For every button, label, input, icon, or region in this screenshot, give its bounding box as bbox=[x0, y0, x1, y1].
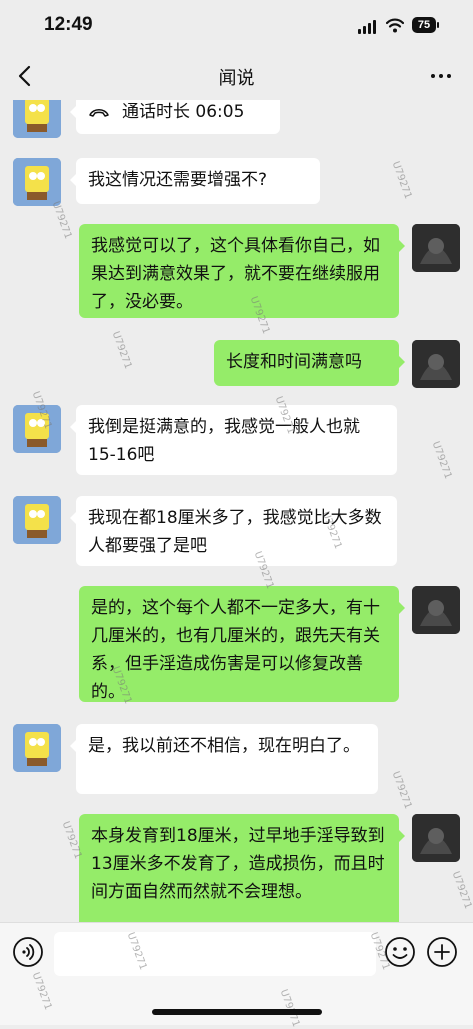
message-bubble[interactable]: 是，我以前还不相信，现在明白了。 bbox=[70, 724, 378, 794]
message-row: 我感觉可以了，这个具体看你自己，如果达到满意效果了，就不要在继续服用了，没必要。 bbox=[0, 224, 473, 320]
more-icon[interactable] bbox=[427, 62, 455, 90]
call-record-bubble[interactable]: 通话时长 06:05 bbox=[70, 100, 280, 134]
message-bubble[interactable]: 我感觉可以了，这个具体看你自己，如果达到满意效果了，就不要在继续服用了，没必要。 bbox=[79, 224, 405, 318]
avatar[interactable] bbox=[13, 724, 61, 772]
avatar[interactable] bbox=[412, 340, 460, 388]
avatar[interactable] bbox=[412, 224, 460, 272]
message-row: 我现在都18厘米多了，我感觉比大多数人都要强了是吧 bbox=[0, 496, 473, 568]
message-bubble[interactable]: 我现在都18厘米多了，我感觉比大多数人都要强了是吧 bbox=[70, 496, 397, 566]
avatar[interactable] bbox=[13, 100, 61, 138]
avatar[interactable] bbox=[13, 158, 61, 206]
message-row: 本身发育到18厘米，过早地手淫导致到13厘米多不发育了，造成损伤，而且时间方面自… bbox=[0, 814, 473, 922]
message-row: 通话时长 06:05 bbox=[0, 100, 473, 140]
plus-icon[interactable] bbox=[426, 936, 458, 968]
message-list[interactable]: 通话时长 06:05 我这情况还需要增强不? 我感觉可以了，这个具体看你自己，如… bbox=[0, 100, 473, 922]
avatar[interactable] bbox=[412, 814, 460, 862]
call-duration-text: 通话时长 06:05 bbox=[122, 102, 245, 122]
home-indicator bbox=[152, 1009, 322, 1015]
wifi-icon bbox=[386, 18, 404, 33]
chat-header: 闻说 bbox=[0, 52, 473, 100]
avatar[interactable] bbox=[13, 496, 61, 544]
message-row: 是，我以前还不相信，现在明白了。 bbox=[0, 724, 473, 796]
cellular-signal-icon bbox=[358, 20, 376, 34]
message-bubble[interactable]: 是的，这个每个人都不一定多大，有十几厘米的，也有几厘米的，跟先天有关系，但手淫造… bbox=[79, 586, 405, 702]
watermark: U79271 bbox=[29, 971, 54, 1012]
message-row: 是的，这个每个人都不一定多大，有十几厘米的，也有几厘米的，跟先天有关系，但手淫造… bbox=[0, 586, 473, 704]
message-bubble[interactable]: 我倒是挺满意的，我感觉一般人也就15-16吧 bbox=[70, 405, 397, 475]
message-bubble[interactable]: 本身发育到18厘米，过早地手淫导致到13厘米多不发育了，造成损伤，而且时间方面自… bbox=[79, 814, 405, 922]
avatar[interactable] bbox=[412, 586, 460, 634]
emoji-icon[interactable] bbox=[384, 936, 416, 968]
message-row: 长度和时间满意吗 bbox=[0, 340, 473, 390]
message-row: 我倒是挺满意的，我感觉一般人也就15-16吧 bbox=[0, 405, 473, 477]
avatar[interactable] bbox=[13, 405, 61, 453]
message-bubble[interactable]: 我这情况还需要增强不? bbox=[70, 158, 320, 204]
input-bar: U79271 U79271 U79271 U79271 bbox=[0, 922, 473, 1029]
message-input[interactable] bbox=[54, 932, 376, 976]
status-time: 12:49 bbox=[44, 14, 93, 35]
status-bar: 12:49 75 bbox=[0, 0, 473, 52]
battery-icon: 75 bbox=[412, 17, 439, 33]
chat-title: 闻说 bbox=[218, 68, 255, 89]
phone-hangup-icon bbox=[89, 109, 109, 117]
message-bubble[interactable]: 长度和时间满意吗 bbox=[214, 340, 405, 386]
message-row: 我这情况还需要增强不? bbox=[0, 158, 473, 210]
voice-icon[interactable] bbox=[12, 936, 44, 968]
